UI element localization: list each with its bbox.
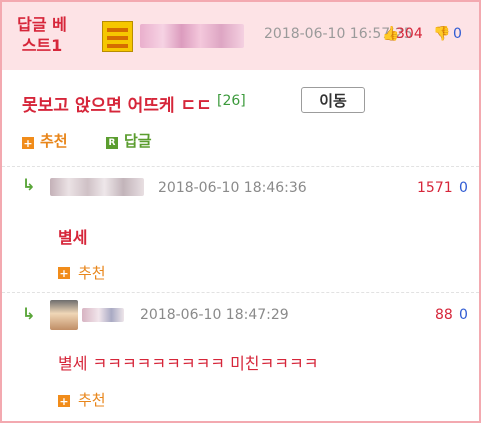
upvote-count: 1571 — [417, 180, 453, 196]
move-button[interactable]: 이동 — [301, 87, 365, 113]
reply-icon[interactable]: R — [106, 137, 118, 149]
downvote-count: 0 — [453, 26, 462, 42]
avatar-stripe — [107, 36, 128, 40]
comment-text: 별세 ㅋㅋㅋㅋㅋㅋㅋㅋㅋ 미친ㅋㅋㅋㅋ — [58, 354, 319, 373]
blurred-username[interactable] — [50, 178, 144, 196]
avatar-stripe — [107, 28, 128, 32]
avatar-stripe — [107, 44, 128, 48]
recommend-button[interactable]: 추천 — [78, 389, 106, 410]
post-title[interactable]: 못보고 앉으면 어뜨케 ㄷㄷ — [22, 91, 212, 116]
plus-icon[interactable]: + — [58, 267, 70, 279]
plus-icon[interactable]: + — [58, 395, 70, 407]
reply-arrow-icon: ↳ — [22, 175, 36, 194]
user-avatar[interactable] — [50, 300, 78, 330]
recommend-button[interactable]: 추천 — [78, 262, 106, 283]
best-reply-panel: 답글 베스트1 2018-06-10 16:57:25 👍 304 👎 0 못보… — [0, 0, 481, 423]
comment-date: 2018-06-10 18:47:29 — [140, 307, 289, 323]
blurred-username[interactable] — [82, 308, 124, 322]
reply-arrow-icon: ↳ — [22, 304, 36, 323]
thumbs-down-icon[interactable]: 👎 — [433, 26, 450, 42]
upvote-count: 88 — [435, 307, 453, 323]
recommend-button[interactable]: 추천 — [40, 130, 68, 151]
best-reply-label: 답글 베스트1 — [17, 15, 67, 55]
divider — [2, 292, 479, 293]
reply-button[interactable]: 답글 — [124, 130, 152, 151]
downvote-count: 0 — [459, 180, 468, 196]
comment-date: 2018-06-10 18:46:36 — [158, 180, 307, 196]
plus-icon[interactable]: + — [22, 137, 34, 149]
comment-text: 별세 — [58, 228, 88, 247]
best-reply-header: 답글 베스트1 2018-06-10 16:57:25 👍 304 👎 0 — [2, 2, 479, 70]
upvote-count: 304 — [396, 26, 423, 42]
reply-count: [26] — [217, 93, 246, 109]
user-avatar[interactable] — [102, 21, 133, 52]
downvote-count: 0 — [459, 307, 468, 323]
blurred-username[interactable] — [140, 24, 244, 48]
divider — [2, 166, 479, 167]
